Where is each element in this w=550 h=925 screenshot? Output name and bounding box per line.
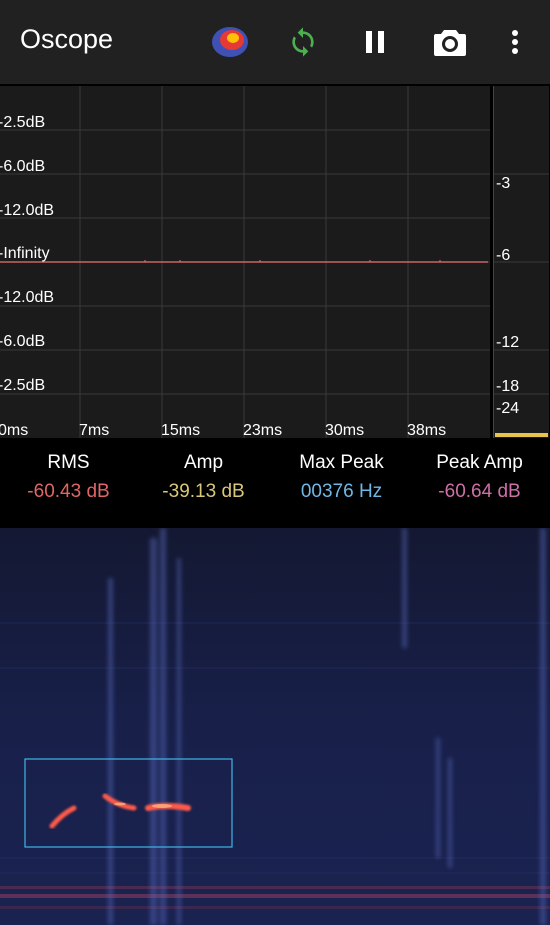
peak-amp-label: Peak Amp xyxy=(436,452,523,473)
level-meter: -3 -6 -12 -18 -24 xyxy=(493,86,549,438)
y-axis-label: -6.0dB xyxy=(0,333,46,350)
max-peak-label: Max Peak xyxy=(299,452,384,473)
x-axis-label: 30ms xyxy=(325,422,365,439)
amp-label: Amp xyxy=(183,452,224,473)
more-vert-icon[interactable] xyxy=(495,22,535,62)
x-axis-label: 38ms xyxy=(407,422,447,439)
pause-icon[interactable] xyxy=(356,22,396,62)
spectrogram-image xyxy=(0,528,550,925)
x-axis-label: 23ms xyxy=(243,422,283,439)
app-title: Oscope xyxy=(20,24,114,54)
y-axis-label: -Infinity xyxy=(0,245,50,262)
amp-stat: Amp -39.13 dB xyxy=(135,452,272,503)
y-axis-label: -12.0dB xyxy=(0,289,55,306)
stats-panel: RMS -60.43 dB Amp -39.13 dB Max Peak 003… xyxy=(0,442,550,528)
y-axis-label: -6.0dB xyxy=(0,158,46,175)
app-bar: Oscope xyxy=(0,0,550,84)
peak-amp-value: -60.64 dB xyxy=(438,481,521,502)
meter-label: -18 xyxy=(496,378,520,395)
max-peak-value: 00376 Hz xyxy=(300,481,383,502)
oscilloscope-plot[interactable]: -2.5dB -6.0dB -12.0dB -Infinity -12.0dB … xyxy=(0,86,490,439)
x-axis-label: 0ms xyxy=(0,422,29,439)
sync-icon[interactable] xyxy=(283,22,323,62)
x-axis-label: 7ms xyxy=(79,422,110,439)
level-meter-bar xyxy=(495,433,548,437)
meter-label: -12 xyxy=(496,334,520,351)
meter-label: -3 xyxy=(496,175,511,192)
peak-amp-stat: Peak Amp -60.64 dB xyxy=(411,452,548,503)
rms-label: RMS xyxy=(47,452,90,473)
y-axis-label: -12.0dB xyxy=(0,202,55,219)
y-axis-label: -2.5dB xyxy=(0,377,46,394)
oscilloscope-grid xyxy=(0,86,490,438)
meter-label: -6 xyxy=(496,247,511,264)
amp-value: -39.13 dB xyxy=(162,481,245,502)
camera-icon[interactable] xyxy=(430,22,470,62)
meter-label: -24 xyxy=(496,400,520,417)
y-axis-label: -2.5dB xyxy=(0,114,46,131)
x-axis-label: 15ms xyxy=(161,422,201,439)
spectrogram[interactable] xyxy=(0,528,550,925)
rms-stat: RMS -60.43 dB xyxy=(0,452,137,503)
heatmap-icon[interactable] xyxy=(210,22,250,62)
max-peak-stat: Max Peak 00376 Hz xyxy=(273,452,410,503)
rms-value: -60.43 dB xyxy=(27,481,110,502)
